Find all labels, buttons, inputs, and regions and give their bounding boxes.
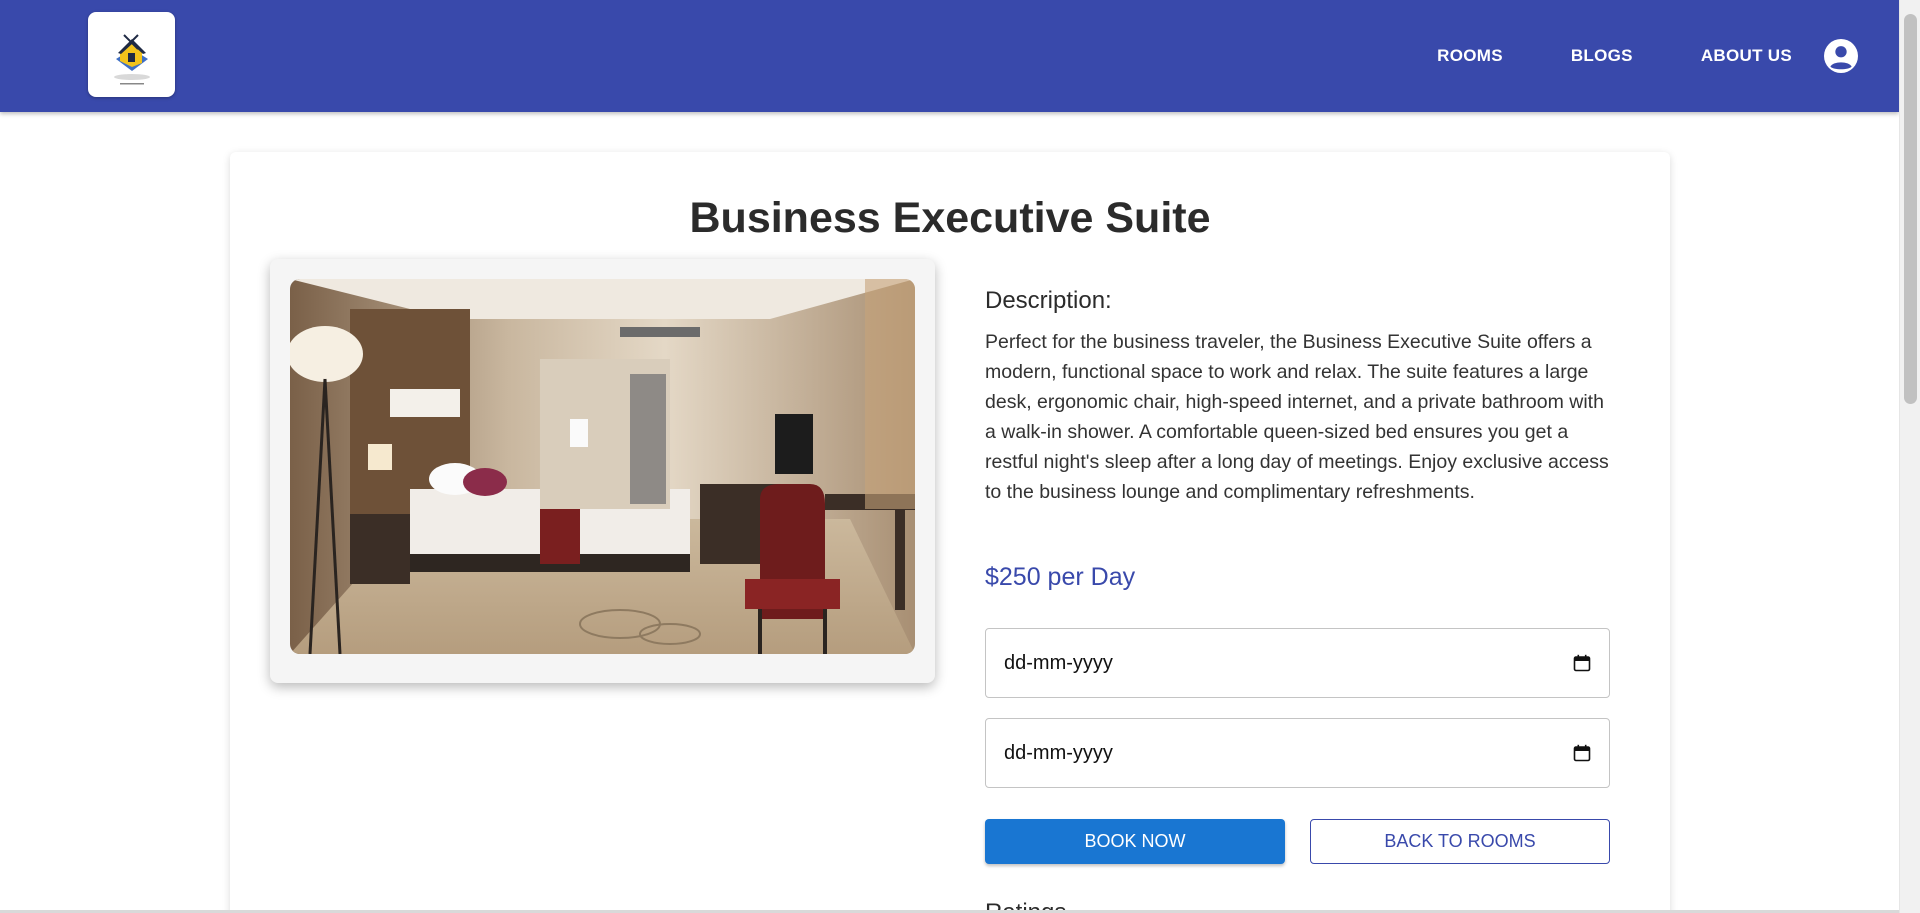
room-image [290, 279, 915, 654]
check-out-date-input[interactable]: dd-mm-yyyy [985, 718, 1610, 788]
page-scrollbar[interactable] [1899, 0, 1920, 913]
account-circle-icon[interactable] [1824, 39, 1858, 73]
scrollbar-thumb[interactable] [1904, 14, 1917, 404]
nav-rooms[interactable]: ROOMS [1437, 46, 1503, 66]
check-out-date-value: dd-mm-yyyy [1004, 741, 1113, 764]
house-logo-icon [113, 33, 150, 84]
calendar-icon[interactable] [1573, 654, 1591, 672]
check-in-date-input[interactable]: dd-mm-yyyy [985, 628, 1610, 698]
description-label: Description: [985, 287, 1112, 314]
check-in-date-value: dd-mm-yyyy [1004, 651, 1113, 674]
room-description: Perfect for the business traveler, the B… [985, 331, 1609, 503]
logo[interactable] [88, 12, 175, 97]
back-to-rooms-button[interactable]: BACK TO ROOMS [1310, 819, 1610, 864]
room-title: Business Executive Suite [689, 194, 1211, 242]
calendar-icon[interactable] [1573, 744, 1591, 762]
nav-about-us[interactable]: ABOUT US [1701, 46, 1792, 66]
nav-blogs[interactable]: BLOGS [1571, 46, 1633, 66]
room-image-frame [270, 259, 935, 683]
book-now-button[interactable]: BOOK NOW [985, 819, 1285, 864]
hotel-room-photo [290, 279, 915, 654]
room-detail-card: Business Executive Suite Description: Pe… [230, 152, 1670, 913]
room-price: $250 per Day [985, 563, 1136, 591]
main-nav: ROOMS BLOGS ABOUT US [1437, 0, 1899, 112]
app-header: ROOMS BLOGS ABOUT US [0, 0, 1899, 112]
